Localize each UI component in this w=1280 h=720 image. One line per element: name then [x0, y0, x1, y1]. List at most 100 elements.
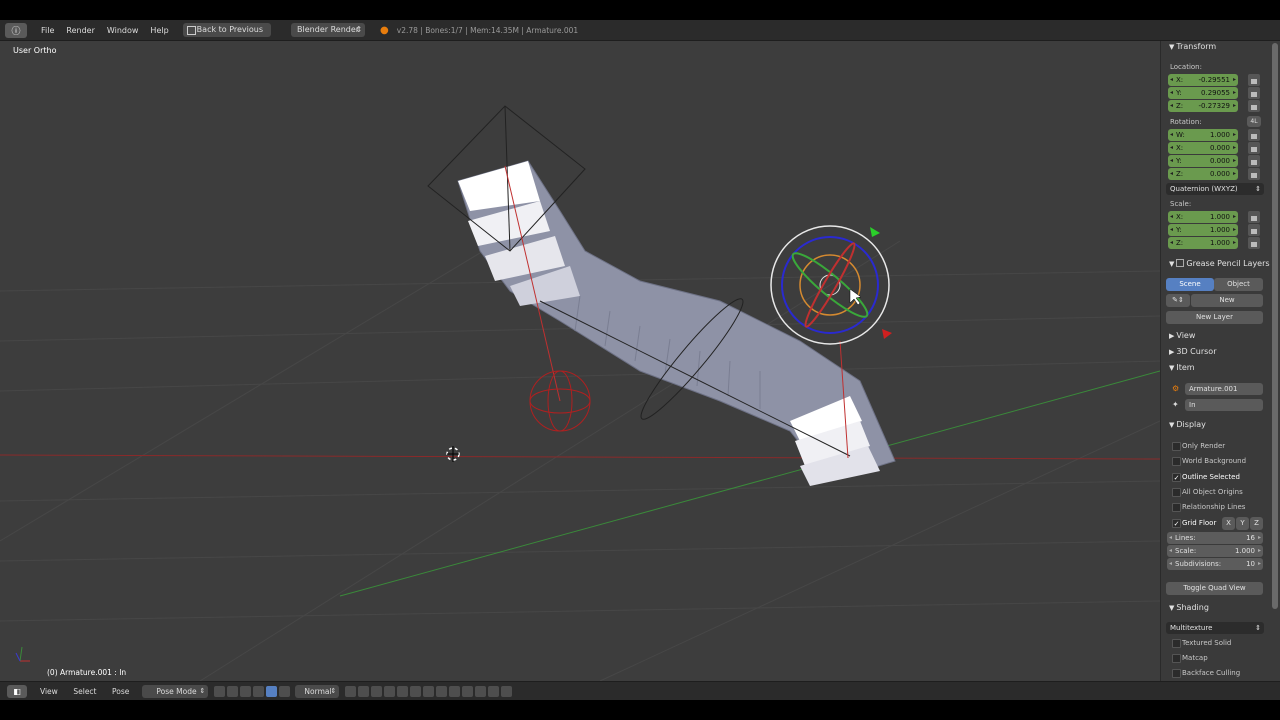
axis-y-toggle[interactable]: Y — [1236, 517, 1249, 530]
world-background-checkbox[interactable] — [1172, 457, 1181, 466]
outline-selected-checkbox[interactable]: ✓ — [1172, 473, 1181, 482]
menu-view[interactable]: View — [35, 687, 66, 696]
snap-icon[interactable] — [462, 685, 474, 697]
relationship-lines-label: Relationship Lines — [1182, 503, 1246, 511]
view-panel-header[interactable]: ▶ View — [1169, 331, 1195, 340]
editor-type-icon[interactable]: ◧ — [7, 684, 27, 698]
matcap-checkbox[interactable] — [1172, 654, 1181, 663]
item-panel-header[interactable]: ▼ Item — [1169, 363, 1195, 372]
view-menu-bar: View Select Pose — [35, 687, 137, 696]
scrollbar-thumb[interactable] — [1272, 43, 1278, 609]
layer-button-icon[interactable] — [410, 685, 422, 697]
grid-scale-field[interactable]: ◂ Scale: 1.000 ▸ — [1167, 545, 1263, 557]
pose-paste-icon[interactable] — [449, 685, 461, 697]
menu-help[interactable]: Help — [146, 26, 176, 35]
menu-window[interactable]: Window — [103, 26, 147, 35]
lock-camera-icon[interactable] — [423, 685, 435, 697]
transform-orientation-select[interactable]: Normal — [295, 684, 340, 698]
x-axis-arrow-icon[interactable] — [882, 329, 892, 339]
viewport-shading-icon[interactable] — [214, 685, 226, 697]
3d-cursor-icon[interactable] — [446, 446, 460, 462]
rotation-x-field[interactable]: ◂ X: 0.000 ▸ — [1168, 142, 1238, 154]
grid-floor-checkbox[interactable]: ✓ — [1172, 519, 1181, 528]
textured-solid-checkbox[interactable] — [1172, 639, 1181, 648]
menu-pose[interactable]: Pose — [107, 687, 137, 696]
lock-icon[interactable] — [1248, 87, 1260, 99]
grid-subdivisions-field[interactable]: ◂ Subdivisions: 10 ▸ — [1167, 558, 1263, 570]
new-layer-button[interactable]: New Layer — [1166, 311, 1263, 324]
lock-icon[interactable] — [1248, 129, 1260, 141]
rotation-w-field[interactable]: ◂ W: 1.000 ▸ — [1168, 129, 1238, 141]
render-animation-icon[interactable] — [488, 685, 500, 697]
item-title: Item — [1176, 363, 1195, 372]
transform-panel-header[interactable]: ▼ Transform — [1169, 42, 1216, 51]
rotation-y-field[interactable]: ◂ Y: 0.000 ▸ — [1168, 155, 1238, 167]
lock-icon[interactable] — [1248, 168, 1260, 180]
display-panel-header[interactable]: ▼ Display — [1169, 420, 1206, 429]
pose-copy-icon[interactable] — [436, 685, 448, 697]
layer-button-icon[interactable] — [371, 685, 383, 697]
only-render-label: Only Render — [1182, 442, 1226, 450]
relationship-lines-checkbox[interactable] — [1172, 503, 1181, 512]
opengl-render-icon[interactable] — [501, 685, 513, 697]
interaction-mode-select[interactable]: Pose Mode — [142, 684, 209, 698]
rotation-label: Rotation: — [1170, 118, 1202, 126]
scale-y-field[interactable]: ◂ Y: 1.000 ▸ — [1168, 224, 1238, 236]
y-axis-arrow-icon[interactable] — [870, 227, 880, 237]
grid-lines-field[interactable]: ◂ Lines: 16 ▸ — [1167, 532, 1263, 544]
rotation-4l-toggle[interactable]: 4L — [1247, 116, 1261, 127]
axis-x-toggle[interactable]: X — [1222, 517, 1235, 530]
pivot-point-icon[interactable] — [227, 685, 239, 697]
shading-panel-header[interactable]: ▼ Shading — [1169, 603, 1209, 612]
new-grease-pencil-button[interactable]: New — [1191, 294, 1263, 307]
only-render-checkbox[interactable] — [1172, 442, 1181, 451]
menu-render[interactable]: Render — [62, 26, 102, 35]
tab-object[interactable]: Object — [1214, 278, 1263, 291]
viewport-scene[interactable] — [0, 41, 1160, 681]
grease-pencil-panel-header[interactable]: ▼ Grease Pencil Layers — [1169, 259, 1270, 268]
lock-icon[interactable] — [1248, 100, 1260, 112]
location-z-field[interactable]: ◂ Z: -0.27329 ▸ — [1168, 100, 1238, 112]
layer-button-icon[interactable] — [345, 685, 357, 697]
scale-manipulator-icon[interactable] — [279, 685, 291, 697]
shading-mode-select[interactable]: Multitexture — [1166, 622, 1264, 634]
location-x-field[interactable]: ◂ X: -0.29551 ▸ — [1168, 74, 1238, 86]
lock-icon[interactable] — [1248, 155, 1260, 167]
layer-button-icon[interactable] — [384, 685, 396, 697]
menu-file[interactable]: File — [37, 26, 62, 35]
lock-icon[interactable] — [1248, 237, 1260, 249]
pencil-icon[interactable]: ✎⇕ — [1166, 294, 1190, 307]
menu-select[interactable]: Select — [68, 687, 104, 696]
object-name-field[interactable]: Armature.001 — [1185, 383, 1263, 395]
layer-button-icon[interactable] — [358, 685, 370, 697]
rotation-mode-select[interactable]: Quaternion (WXYZ) — [1166, 183, 1264, 195]
scale-x-field[interactable]: ◂ X: 1.000 ▸ — [1168, 211, 1238, 223]
editor-type-icon[interactable]: ⓘ — [5, 22, 27, 38]
bone-name-field[interactable]: In — [1185, 399, 1263, 411]
panel-scrollbar[interactable] — [1270, 41, 1280, 681]
translate-manipulator-icon[interactable] — [253, 685, 265, 697]
scale-z-field[interactable]: ◂ Z: 1.000 ▸ — [1168, 237, 1238, 249]
all-object-origins-checkbox[interactable] — [1172, 488, 1181, 497]
lock-icon[interactable] — [1248, 74, 1260, 86]
render-engine-select[interactable]: Blender Render — [291, 23, 366, 37]
toggle-quad-view-button[interactable]: Toggle Quad View — [1166, 582, 1263, 595]
lock-icon[interactable] — [1248, 211, 1260, 223]
rotate-manipulator-icon[interactable] — [266, 685, 278, 697]
checkbox-icon[interactable] — [1176, 259, 1185, 267]
rotation-manipulator[interactable] — [770, 225, 892, 345]
lock-icon[interactable] — [1248, 224, 1260, 236]
rotation-z-field[interactable]: ◂ Z: 0.000 ▸ — [1168, 168, 1238, 180]
axis-z-toggle[interactable]: Z — [1250, 517, 1263, 530]
location-y-field[interactable]: ◂ Y: 0.29055 ▸ — [1168, 87, 1238, 99]
back-to-previous-button[interactable]: Back to Previous — [182, 23, 272, 37]
tab-scene[interactable]: Scene — [1166, 278, 1214, 291]
3d-cursor-panel-header[interactable]: ▶ 3D Cursor — [1169, 347, 1216, 356]
lock-icon[interactable] — [1248, 142, 1260, 154]
render-icon[interactable] — [475, 685, 487, 697]
backface-culling-checkbox[interactable] — [1172, 669, 1181, 678]
3d-view-header: ◧ View Select Pose Pose Mode Normal — [0, 681, 1280, 700]
manipulator-toggle-icon[interactable] — [240, 685, 252, 697]
layer-button-icon[interactable] — [397, 685, 409, 697]
3d-viewport[interactable]: User Ortho (0) Armature.001 : In — [0, 41, 1160, 681]
